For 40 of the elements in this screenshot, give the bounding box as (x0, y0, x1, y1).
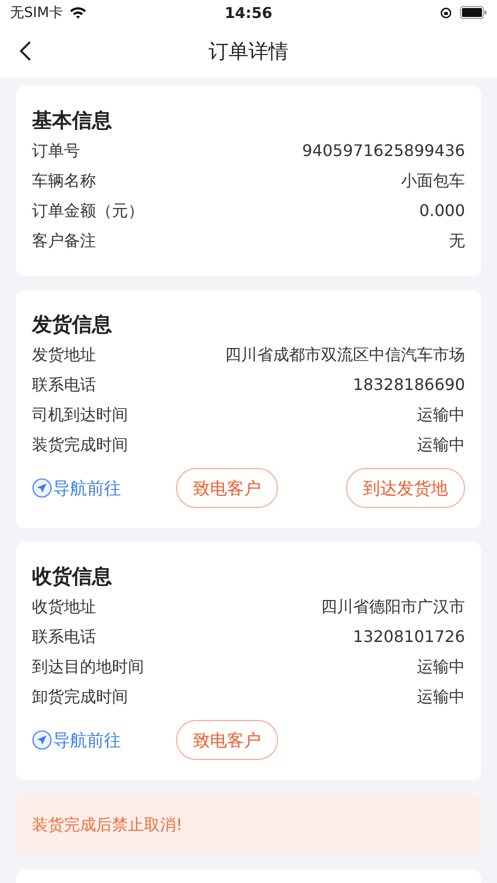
field-value: 运输中 (417, 434, 465, 456)
field-label: 到达目的地时间 (32, 656, 144, 678)
rotation-lock-icon (440, 6, 452, 18)
field-label: 订单金额（元） (32, 200, 144, 222)
field-label: 发货地址 (32, 344, 96, 366)
field-label: 司机到达时间 (32, 404, 128, 426)
field-value: 四川省成都市双流区中信汽车市场 (225, 344, 465, 366)
field-value: 运输中 (417, 656, 465, 678)
notice-text: 装货完成后禁止取消! (32, 814, 182, 836)
field-value: 运输中 (417, 404, 465, 426)
field-value: 四川省德阳市广汉市 (321, 596, 465, 618)
field-label: 联系电话 (32, 626, 96, 648)
section-title: 基本信息 (32, 107, 113, 134)
field-value: 13208101726 (353, 626, 465, 648)
field-label: 卸货完成时间 (32, 686, 128, 708)
field-value: 小面包车 (401, 170, 465, 192)
field-label: 装货完成时间 (32, 434, 128, 456)
status-time: 14:56 (224, 4, 272, 22)
action-button[interactable]: 致电客户 (176, 720, 278, 760)
page-title: 订单详情 (208, 38, 288, 64)
field-label: 联系电话 (32, 374, 96, 396)
section-title: 发货信息 (32, 311, 113, 338)
action-button[interactable]: 到达发货地 (346, 468, 465, 508)
navigate-link[interactable]: 导航前往 (32, 476, 176, 500)
navigate-link[interactable]: 导航前往 (32, 728, 176, 752)
field-value: 18328186690 (353, 374, 465, 396)
field-label: 车辆名称 (32, 170, 96, 192)
back-button[interactable] (18, 40, 32, 62)
field-value: 运输中 (417, 686, 465, 708)
section-title: 收货信息 (32, 563, 113, 590)
wifi-icon (69, 6, 88, 19)
battery-icon (460, 6, 487, 19)
field-value: 无 (449, 230, 465, 252)
field-value: 9405971625899436 (302, 140, 465, 162)
field-label: 收货地址 (32, 596, 96, 618)
action-button[interactable]: 致电客户 (176, 468, 278, 508)
field-label: 客户备注 (32, 230, 96, 252)
carrier-text: 无SIM卡 (10, 4, 64, 22)
field-value: 0.000 (419, 200, 465, 222)
field-label: 订单号 (32, 140, 80, 162)
